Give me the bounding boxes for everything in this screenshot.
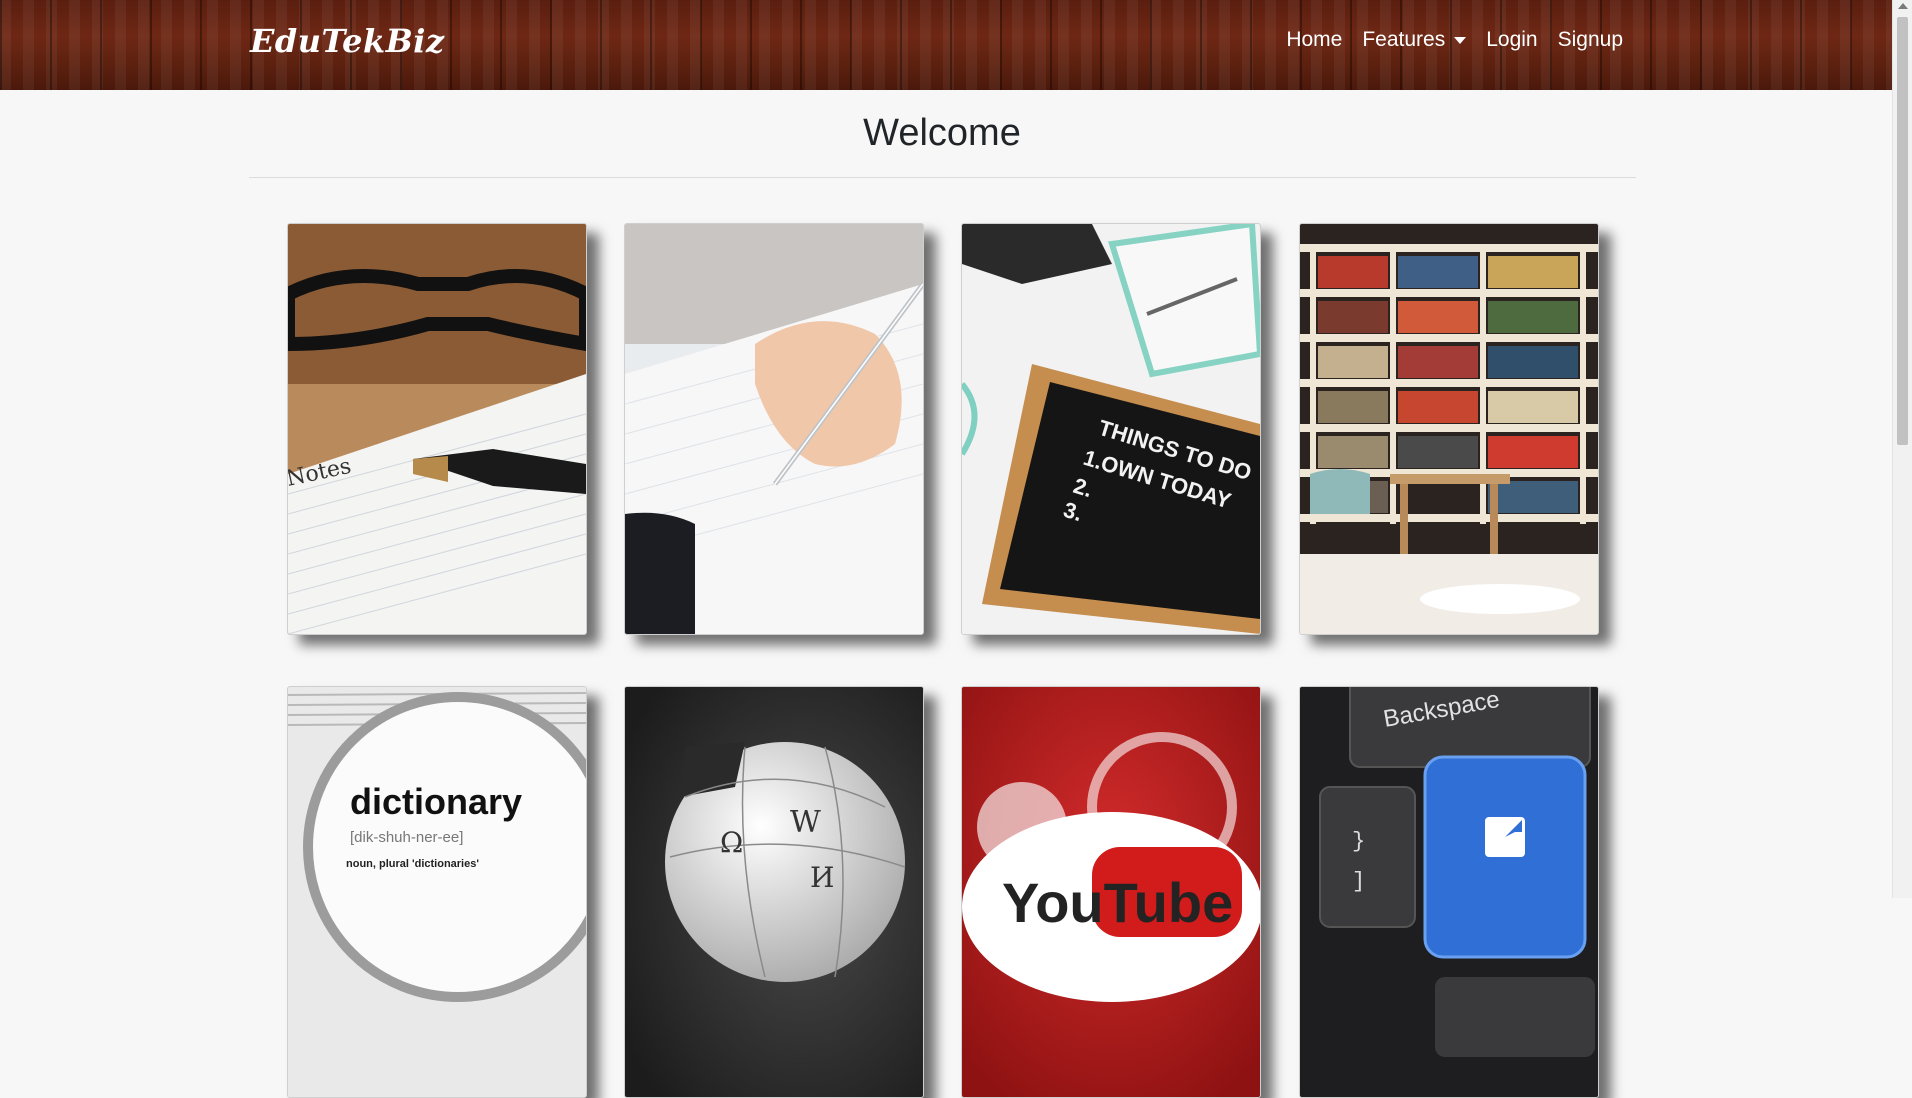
nav-home[interactable]: Home [1286, 28, 1342, 52]
divider [249, 177, 1636, 178]
wiki-glyph-i: И [810, 861, 834, 894]
card-youtube[interactable]: YouTube [961, 686, 1261, 1098]
card-dictionary[interactable]: dictionary [dik-shuh-ner-ee] noun, plura… [287, 686, 587, 1098]
dictionary-pronunciation: [dik-shuh-ner-ee] [350, 829, 463, 846]
wiki-glyph-omega: Ω [720, 826, 743, 859]
brace-key-label: } [1352, 829, 1365, 854]
nav-signup[interactable]: Signup [1558, 28, 1623, 52]
brand-logo[interactable]: EduTekBiz [250, 22, 445, 60]
card-library[interactable] [1299, 223, 1599, 635]
library-image [1300, 224, 1598, 634]
youtube-image: YouTube [962, 687, 1260, 1097]
card-wikipedia[interactable]: W Ω И [624, 686, 924, 1098]
notes-image: Notes [288, 224, 586, 634]
wikipedia-image: W Ω И [625, 687, 923, 1097]
nav-features-dropdown[interactable]: Features [1362, 28, 1467, 52]
card-writing[interactable] [624, 223, 924, 635]
page-title: Welcome [863, 112, 1021, 154]
nav-menu: Home Features Login Signup [1286, 28, 1623, 52]
dictionary-definition: noun, plural 'dictionaries' [346, 858, 479, 870]
caret-down-icon [1454, 36, 1467, 44]
youtube-logo-text: YouTube [1002, 871, 1233, 934]
keyboard-image: Backspace } ] [1300, 687, 1598, 1097]
vertical-scrollbar[interactable] [1892, 0, 1912, 898]
nav-features-label: Features [1362, 28, 1446, 51]
card-notes[interactable]: Notes [287, 223, 587, 635]
dictionary-image: dictionary [dik-shuh-ner-ee] noun, plura… [288, 687, 586, 1097]
wiki-glyph-w: W [790, 805, 821, 840]
bracket-key-label: ] [1352, 869, 1365, 894]
writing-image [625, 224, 923, 634]
dictionary-word: dictionary [350, 781, 522, 822]
card-todo[interactable]: THINGS TO DO 1.OWN TODAY 2. 3. [961, 223, 1261, 635]
todo-image: THINGS TO DO 1.OWN TODAY 2. 3. [962, 224, 1260, 634]
navbar: EduTekBiz Home Features Login Signup [0, 0, 1893, 90]
nav-login[interactable]: Login [1486, 28, 1537, 52]
scrollbar-thumb[interactable] [1897, 17, 1908, 445]
card-backspace[interactable]: Backspace } ] [1299, 686, 1599, 1098]
scroll-up-arrow-icon[interactable] [1898, 3, 1908, 9]
